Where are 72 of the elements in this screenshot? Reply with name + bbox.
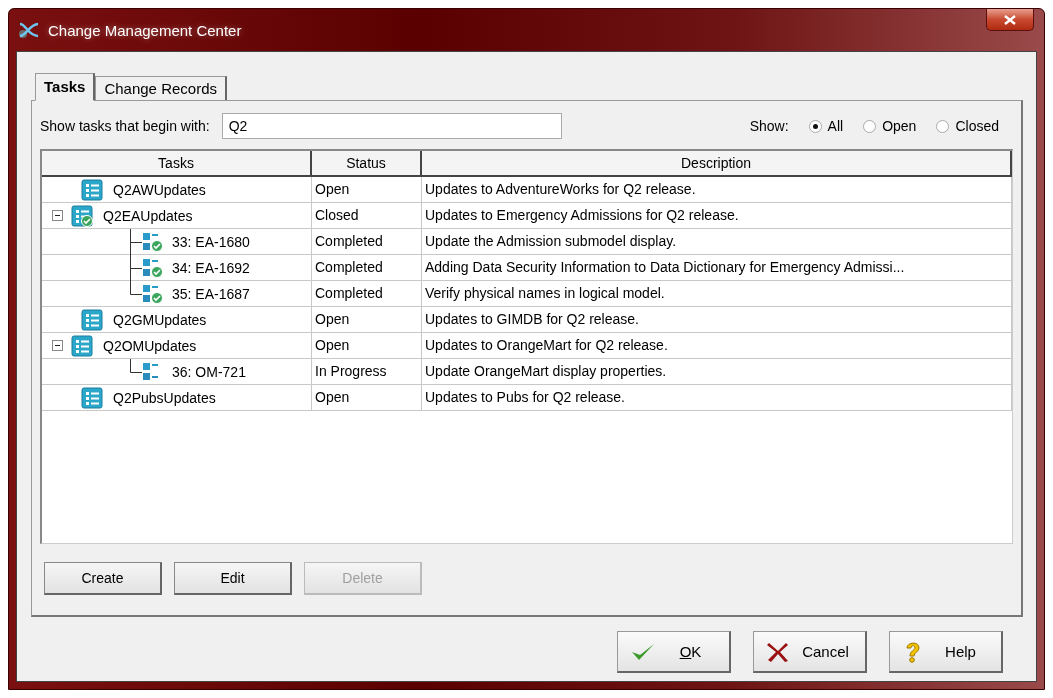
- table-cell: Verify physical names in logical model.: [422, 281, 1012, 307]
- table-cell: Completed: [312, 255, 422, 281]
- task-list-icon: [81, 308, 105, 331]
- table-cell[interactable]: Q2GMUpdates: [42, 307, 312, 333]
- column-header[interactable]: Description: [422, 151, 1012, 177]
- show-label: Show:: [749, 118, 789, 134]
- tree-line: [130, 229, 142, 255]
- table-cell: Open: [312, 333, 422, 359]
- task-name: 36: OM-721: [172, 363, 246, 380]
- table-cell: Open: [312, 177, 422, 203]
- app-icon: [18, 20, 40, 40]
- close-icon: [1004, 14, 1016, 25]
- task-name: Q2AWUpdates: [113, 181, 206, 198]
- radio-button[interactable]: [936, 119, 950, 133]
- radio-button[interactable]: [863, 119, 877, 133]
- task-name: Q2OMUpdates: [103, 337, 197, 354]
- task-name: Q2PubsUpdates: [113, 389, 216, 406]
- help-button[interactable]: Help: [889, 631, 1003, 673]
- close-button[interactable]: [986, 9, 1034, 31]
- radio-label[interactable]: All: [827, 118, 844, 134]
- task-name: 35: EA-1687: [172, 285, 250, 302]
- collapse-toggle[interactable]: [52, 210, 63, 221]
- filter-field[interactable]: Q2: [221, 113, 562, 139]
- window-title: Change Management Center: [48, 21, 242, 39]
- table-cell: Updates to AdventureWorks for Q2 release.: [422, 177, 1012, 203]
- radio-button[interactable]: [808, 119, 822, 133]
- task-list-check-icon: [71, 204, 95, 227]
- tab[interactable]: Tasks: [35, 73, 96, 101]
- item-check-icon: [142, 282, 164, 305]
- table-cell: Open: [312, 385, 422, 411]
- table-cell: Completed: [312, 281, 422, 307]
- tab[interactable]: Change Records: [95, 76, 227, 100]
- column-header[interactable]: Status: [312, 151, 422, 177]
- column-header[interactable]: Tasks: [42, 151, 312, 177]
- collapse-toggle[interactable]: [52, 340, 63, 351]
- table-cell: Closed: [312, 203, 422, 229]
- table-cell: Updates to Emergency Admissions for Q2 release.: [422, 203, 1012, 229]
- table-cell[interactable]: 33: EA-1680: [42, 229, 312, 255]
- ok-button[interactable]: OK: [617, 631, 731, 673]
- table-cell: Update the Admission submodel display.: [422, 229, 1012, 255]
- filter-label: Show tasks that begin with:: [40, 118, 210, 134]
- radio-label[interactable]: Open: [882, 118, 917, 134]
- task-list-icon: [81, 178, 105, 201]
- task-list-icon: [71, 334, 95, 357]
- task-name: Q2GMUpdates: [113, 311, 207, 328]
- close-icon: [766, 640, 790, 663]
- table-cell: Update OrangeMart display properties.: [422, 359, 1012, 385]
- cancel-button[interactable]: Cancel: [753, 631, 867, 673]
- task-name: 34: EA-1692: [172, 259, 250, 276]
- table-cell: In Progress: [312, 359, 422, 385]
- action-button[interactable]: Create: [44, 562, 162, 595]
- action-button[interactable]: Edit: [174, 562, 292, 595]
- table-cell[interactable]: 36: OM-721: [42, 359, 312, 385]
- radio-label[interactable]: Closed: [955, 118, 999, 134]
- table-cell: Adding Data Security Information to Data Dictionary for Emergency Admissi...: [422, 255, 1012, 281]
- table-cell: Completed: [312, 229, 422, 255]
- table-cell[interactable]: Q2PubsUpdates: [42, 385, 312, 411]
- table-cell[interactable]: 34: EA-1692: [42, 255, 312, 281]
- tree-line: [130, 359, 142, 373]
- table-cell[interactable]: Q2EAUpdates: [42, 203, 312, 229]
- task-list-icon: [81, 386, 105, 409]
- task-name: Q2EAUpdates: [103, 207, 193, 224]
- table-cell: Updates to GIMDB for Q2 release.: [422, 307, 1012, 333]
- table-cell: Updates to Pubs for Q2 release.: [422, 385, 1012, 411]
- table-cell[interactable]: Q2OMUpdates: [42, 333, 312, 359]
- table-cell[interactable]: Q2AWUpdates: [42, 177, 312, 203]
- table-cell: Open: [312, 307, 422, 333]
- item-check-icon: [142, 230, 164, 253]
- task-name: 33: EA-1680: [172, 233, 250, 250]
- table-cell[interactable]: 35: EA-1687: [42, 281, 312, 307]
- table-cell: Updates to OrangeMart for Q2 release.: [422, 333, 1012, 359]
- item-check-icon: [142, 256, 164, 279]
